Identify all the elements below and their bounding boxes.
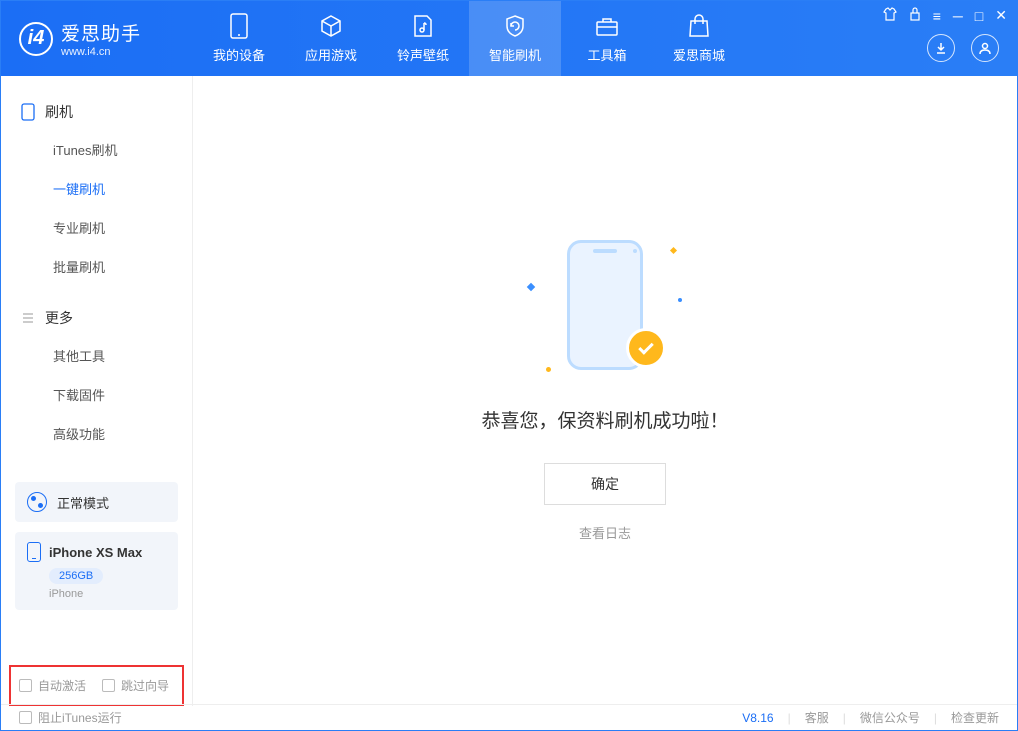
storage-badge: 256GB [49,568,103,584]
sidebar-item-itunes-flash[interactable]: iTunes刷机 [1,130,192,169]
success-message: 恭喜您，保资料刷机成功啦！ [481,406,728,433]
main-content: 恭喜您，保资料刷机成功啦！ 确定 查看日志 [193,76,1017,706]
device-icon [226,13,252,39]
ok-button[interactable]: 确定 [544,463,666,505]
mode-icon [27,492,47,512]
cube-icon [318,13,344,39]
phone-outline-icon [21,103,35,121]
toolbox-icon [594,13,620,39]
window-controls: ≡ ─ □ ✕ [883,7,1007,24]
sidebar-group-more[interactable]: 更多 [1,300,192,336]
sparkle-icon [546,367,551,372]
checkbox-auto-activate[interactable]: 自动激活 [19,677,86,694]
account-icons [927,34,999,62]
phone-icon [27,542,41,562]
music-file-icon [410,13,436,39]
checkbox-block-itunes[interactable]: 阻止iTunes运行 [19,709,122,726]
menu-icon[interactable]: ≡ [933,8,941,24]
version-label: V8.16 [742,711,773,725]
check-update-link[interactable]: 检查更新 [951,709,999,726]
lock-icon[interactable] [909,7,921,24]
close-button[interactable]: ✕ [995,7,1007,24]
bag-icon [686,13,712,39]
list-icon [21,311,35,325]
view-log-link[interactable]: 查看日志 [579,523,631,542]
checkbox-icon [19,711,32,724]
tab-ringtone-wallpaper[interactable]: 铃声壁纸 [377,1,469,76]
tab-store[interactable]: 爱思商城 [653,1,745,76]
sidebar-item-advanced[interactable]: 高级功能 [1,414,192,453]
device-card[interactable]: iPhone XS Max 256GB iPhone [15,532,178,610]
checkbox-icon [102,679,115,692]
checkbox-icon [19,679,32,692]
minimize-button[interactable]: ─ [953,8,963,24]
tab-toolbox[interactable]: 工具箱 [561,1,653,76]
sidebar-item-download-firmware[interactable]: 下载固件 [1,375,192,414]
app-url: www.i4.cn [61,46,141,58]
sparkle-icon [527,283,535,291]
statusbar: 阻止iTunes运行 V8.16 | 客服 | 微信公众号 | 检查更新 [1,704,1017,730]
sidebar: 刷机 iTunes刷机 一键刷机 专业刷机 批量刷机 更多 其他工具 下载固件 … [1,76,193,706]
sparkle-icon [678,298,682,302]
options-highlight-box: 自动激活 跳过向导 [9,665,184,706]
mode-label: 正常模式 [57,493,109,512]
tab-my-device[interactable]: 我的设备 [193,1,285,76]
mode-card[interactable]: 正常模式 [15,482,178,522]
shield-refresh-icon [502,13,528,39]
titlebar: i4 爱思助手 www.i4.cn 我的设备 应用游戏 铃声壁纸 智能刷机 工具… [1,1,1017,76]
user-icon[interactable] [971,34,999,62]
maximize-button[interactable]: □ [975,8,983,24]
success-illustration [520,240,690,380]
app-name: 爱思助手 [61,19,141,46]
tab-smart-flash[interactable]: 智能刷机 [469,1,561,76]
device-type: iPhone [49,588,166,600]
checkbox-skip-guide[interactable]: 跳过向导 [102,677,169,694]
sparkle-icon [670,247,677,254]
app-logo[interactable]: i4 爱思助手 www.i4.cn [1,19,193,58]
download-icon[interactable] [927,34,955,62]
sidebar-item-pro-flash[interactable]: 专业刷机 [1,208,192,247]
nav-tabs: 我的设备 应用游戏 铃声壁纸 智能刷机 工具箱 爱思商城 [193,1,745,76]
support-link[interactable]: 客服 [805,709,829,726]
logo-icon: i4 [19,22,53,56]
device-name: iPhone XS Max [49,545,142,560]
sidebar-group-flash[interactable]: 刷机 [1,94,192,130]
sidebar-item-oneclick-flash[interactable]: 一键刷机 [1,169,192,208]
tab-apps-games[interactable]: 应用游戏 [285,1,377,76]
sidebar-item-batch-flash[interactable]: 批量刷机 [1,247,192,286]
wechat-link[interactable]: 微信公众号 [860,709,920,726]
success-badge-icon [626,328,666,368]
shirt-icon[interactable] [883,7,897,24]
sidebar-item-other-tools[interactable]: 其他工具 [1,336,192,375]
